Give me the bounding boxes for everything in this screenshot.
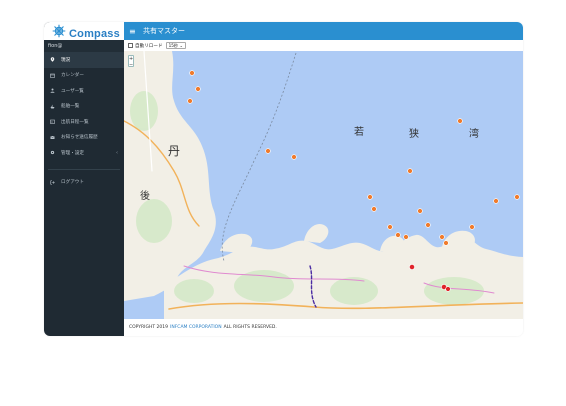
sidebar-item-label: 管理・設定 — [61, 150, 84, 156]
reload-interval-select[interactable]: 15秒 ⌄ — [165, 42, 186, 49]
vessel-pin[interactable] — [367, 194, 373, 200]
ship-wheel-icon — [52, 24, 66, 38]
map-label-go: 後 — [140, 189, 150, 202]
vessel-pin[interactable] — [514, 194, 520, 200]
footer-company-link[interactable]: INFCAM CORPORATION — [170, 325, 222, 330]
sidebar-item-label: お知らせ送信履歴 — [61, 135, 98, 141]
top-bar: ≡ 共有マスター — [124, 22, 523, 40]
map-label-bay-2: 狭 — [409, 127, 419, 140]
vessel-pin[interactable] — [439, 234, 445, 240]
sidebar-item-schedules[interactable]: 出航日程一覧 — [44, 114, 124, 130]
auto-reload-label: 自動リロード — [135, 43, 163, 49]
vessel-pin[interactable] — [265, 148, 271, 154]
vessel-pin[interactable] — [291, 154, 297, 160]
brand-word-top: marine — [105, 22, 120, 24]
sidebar-item-label: 船舶一覧 — [61, 104, 80, 110]
sidebar-item-settings[interactable]: 管理・設定 ‹ — [44, 145, 124, 161]
sidebar-item-label: 現況 — [61, 57, 71, 63]
boat-icon — [50, 104, 55, 109]
map-view[interactable]: 若 狭 湾 丹 後 + − — [124, 51, 523, 319]
footer-rights: ALL RIGHTS RESERVED. — [223, 325, 277, 330]
mail-history-icon — [50, 135, 55, 139]
map-toolbar: 自動リロード 15秒 ⌄ — [124, 40, 523, 51]
vessel-pin[interactable] — [403, 234, 409, 240]
sidebar-item-calendar[interactable]: カレンダー — [44, 68, 124, 84]
reload-interval-value: 15秒 — [168, 42, 179, 48]
vessel-pin[interactable] — [407, 168, 413, 174]
map-label-tan: 丹 — [168, 144, 180, 158]
sidebar: marine Compass fion@ 現況 カレンダー ユーザー覧 — [44, 22, 124, 336]
app-window: marine Compass fion@ 現況 カレンダー ユーザー覧 — [44, 22, 523, 336]
vessel-pin[interactable] — [187, 98, 193, 104]
vessel-pin[interactable] — [195, 86, 201, 92]
zoom-out-button[interactable]: − — [129, 62, 133, 68]
calendar-icon — [50, 73, 55, 78]
sidebar-item-label: カレンダー — [61, 73, 84, 79]
map-label-bay-1: 若 — [354, 125, 364, 138]
vessel-pin[interactable] — [387, 224, 393, 230]
page-title: 共有マスター — [143, 27, 185, 35]
chevron-left-icon: ‹ — [116, 150, 118, 156]
user-name: fion@ — [44, 40, 124, 52]
vessel-pin[interactable] — [189, 70, 195, 76]
user-icon — [50, 88, 55, 93]
sidebar-item-boats[interactable]: 船舶一覧 — [44, 99, 124, 115]
sidebar-item-logout[interactable]: ログアウト — [44, 175, 124, 191]
sidebar-item-status[interactable]: 現況 — [44, 52, 124, 68]
map-label-bay-3: 湾 — [469, 127, 479, 140]
schedule-icon — [50, 119, 55, 125]
logout-icon — [50, 180, 55, 185]
footer: COPYRIGHT 2019 INFCAM CORPORATION ALL RI… — [124, 319, 523, 336]
vessel-pin[interactable] — [371, 206, 377, 212]
footer-copyright: COPYRIGHT 2019 — [129, 325, 169, 330]
zoom-control: + − — [128, 55, 134, 68]
vessel-pin[interactable] — [443, 240, 449, 246]
brand-logo[interactable]: marine Compass — [44, 22, 124, 40]
sidebar-item-label: 出航日程一覧 — [61, 119, 89, 125]
map-canvas: 若 狭 湾 丹 後 — [124, 51, 523, 319]
brand-word-main: Compass — [69, 27, 120, 40]
sidebar-item-users[interactable]: ユーザー覧 — [44, 83, 124, 99]
vessel-pin[interactable] — [493, 198, 499, 204]
sidebar-divider — [48, 168, 120, 170]
vessel-pin-alert[interactable] — [445, 286, 451, 292]
chevron-down-icon: ⌄ — [178, 42, 183, 48]
vessel-pin[interactable] — [395, 232, 401, 238]
vessel-pin[interactable] — [469, 224, 475, 230]
auto-reload-checkbox[interactable] — [128, 43, 133, 48]
sidebar-item-notifications[interactable]: お知らせ送信履歴 — [44, 130, 124, 146]
vessel-pin[interactable] — [457, 118, 463, 124]
menu-icon[interactable]: ≡ — [129, 27, 139, 36]
gear-icon — [50, 151, 55, 155]
brand-wordmark: marine Compass — [69, 22, 120, 41]
vessel-pin[interactable] — [425, 222, 431, 228]
sidebar-item-label: ユーザー覧 — [61, 88, 84, 94]
location-pin-icon — [50, 57, 55, 62]
vessel-pin[interactable] — [417, 208, 423, 214]
vessel-pin-alert[interactable] — [409, 264, 415, 270]
sidebar-item-label: ログアウト — [61, 180, 84, 186]
